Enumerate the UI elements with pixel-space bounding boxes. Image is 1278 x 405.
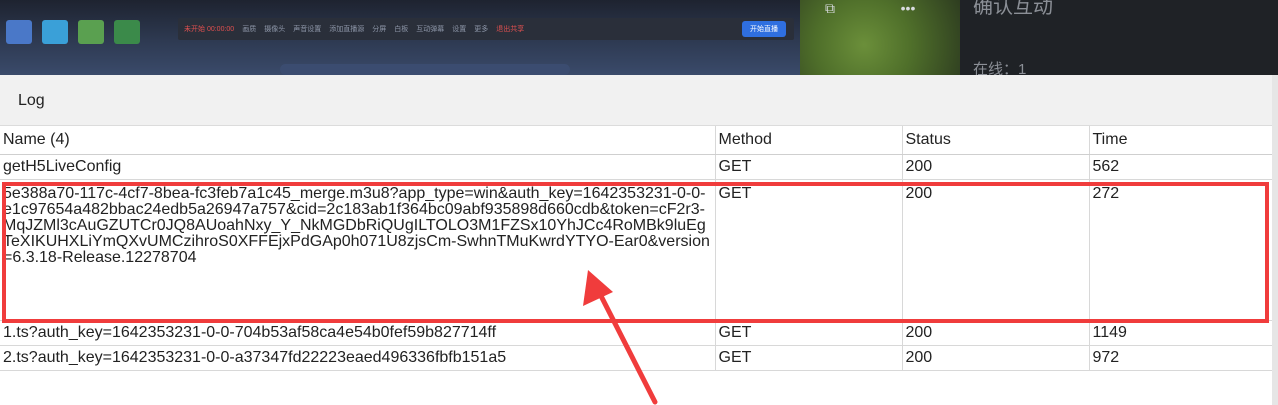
request-name: getH5LiveConfig xyxy=(0,154,716,180)
toolbar-item: 分屏 xyxy=(372,26,387,33)
toolbar-item: 更多 xyxy=(474,26,489,33)
request-status: 200 xyxy=(902,179,1090,321)
request-status: 200 xyxy=(902,320,1090,346)
window-icon[interactable]: ⧉ xyxy=(815,0,845,16)
log-panel-header: Log xyxy=(0,75,1272,126)
column-header-method[interactable]: Method xyxy=(715,126,903,155)
request-time: 1149 xyxy=(1089,320,1273,346)
toolbar-item: 摄像头 xyxy=(264,26,286,33)
network-log-table: Name (4) Method Status Time getH5LiveCon… xyxy=(0,126,1273,371)
record-status: 未开始 00:00:00 xyxy=(184,26,235,33)
request-time: 272 xyxy=(1089,179,1273,321)
side-panel-text: 在线：1 xyxy=(973,61,1027,75)
live-toolbar: 未开始 00:00:00 画质 摄像头 声音设置 添加直播源 分屏 白板 互动弹… xyxy=(178,18,794,40)
request-method: GET xyxy=(715,345,903,371)
toolbar-item: 白板 xyxy=(394,26,409,33)
desktop-app-icon xyxy=(6,20,32,44)
desktop-thumbnail: 未开始 00:00:00 画质 摄像头 声音设置 添加直播源 分屏 白板 互动弹… xyxy=(0,0,800,75)
column-header-time[interactable]: Time xyxy=(1089,126,1273,155)
table-header-row: Name (4) Method Status Time xyxy=(0,126,1273,155)
toolbar-item: 设置 xyxy=(452,26,467,33)
table-row[interactable]: getH5LiveConfig GET 200 562 xyxy=(0,154,1273,180)
start-live-button: 开始直播 xyxy=(742,21,786,37)
side-panel: 确认互动 在线：1 xyxy=(960,0,1278,75)
request-name: 5e388a70-117c-4cf7-8bea-fc3feb7a1c45_mer… xyxy=(0,179,716,321)
request-name: 1.ts?auth_key=1642353231-0-0-704b53af58c… xyxy=(0,320,716,346)
table-row[interactable]: 5e388a70-117c-4cf7-8bea-fc3feb7a1c45_mer… xyxy=(0,179,1273,321)
address-bar xyxy=(280,64,570,75)
desktop-app-icon xyxy=(78,20,104,44)
request-status: 200 xyxy=(902,154,1090,180)
column-header-name[interactable]: Name (4) xyxy=(0,126,716,155)
toolbar-item: 退出共享 xyxy=(496,26,525,33)
request-method: GET xyxy=(715,154,903,180)
table-row[interactable]: 2.ts?auth_key=1642353231-0-0-a37347fd222… xyxy=(0,345,1273,371)
request-name: 2.ts?auth_key=1642353231-0-0-a37347fd222… xyxy=(0,345,716,371)
desktop-app-icon xyxy=(42,20,68,44)
toolbar-item: 声音设置 xyxy=(293,26,322,33)
column-header-status[interactable]: Status xyxy=(902,126,1090,155)
toolbar-item: 互动弹幕 xyxy=(416,26,445,33)
side-panel-title: 确认互动 xyxy=(973,0,1053,18)
request-time: 562 xyxy=(1089,154,1273,180)
scrollbar[interactable] xyxy=(1272,75,1278,405)
desktop-app-icon xyxy=(114,20,140,44)
table-row[interactable]: 1.ts?auth_key=1642353231-0-0-704b53af58c… xyxy=(0,320,1273,346)
toolbar-item: 画质 xyxy=(242,26,257,33)
request-status: 200 xyxy=(902,345,1090,371)
background-app-strip: 未开始 00:00:00 画质 摄像头 声音设置 添加直播源 分屏 白板 互动弹… xyxy=(0,0,1278,75)
desktop-icons xyxy=(6,20,140,60)
more-icon[interactable]: ••• xyxy=(893,0,923,16)
toolbar-item: 添加直播源 xyxy=(329,26,365,33)
log-title[interactable]: Log xyxy=(18,92,45,110)
request-time: 972 xyxy=(1089,345,1273,371)
request-method: GET xyxy=(715,320,903,346)
request-method: GET xyxy=(715,179,903,321)
